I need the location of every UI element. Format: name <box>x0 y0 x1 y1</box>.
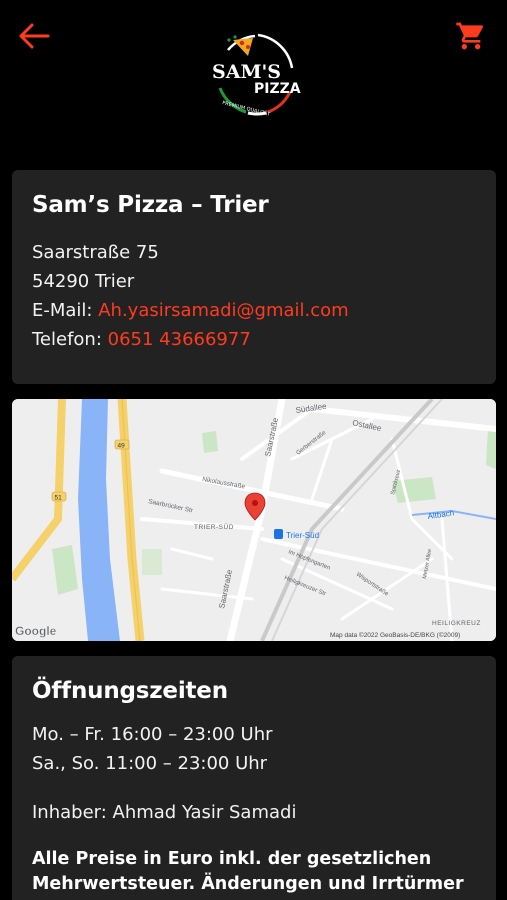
email-label: E-Mail: <box>32 300 99 321</box>
address-street: Saarstraße 75 <box>32 242 159 263</box>
shopping-cart-icon <box>456 22 484 50</box>
back-button[interactable] <box>16 20 52 52</box>
map-label-trier-sued: TRIER-SÜD <box>194 523 234 531</box>
phone-row: Telefon: 0651 43666977 <box>32 325 476 354</box>
email-link[interactable]: Ah.yasirsamadi@gmail.com <box>98 300 348 321</box>
logo-subtitle: PIZZA <box>254 81 301 97</box>
logo-title: SAM'S <box>212 61 281 83</box>
map-attribution: Map data ©2022 GeoBasis-DE/BKG (©2009) <box>330 631 460 639</box>
logo-tagline: PREMIUM QUALITÄT <box>222 99 272 118</box>
phone-link[interactable]: 0651 43666977 <box>108 329 251 350</box>
map-label-heiligkreuz: HEILIGKREUZ <box>432 620 481 627</box>
arrow-left-icon <box>19 23 50 49</box>
map-label-road-49: 49 <box>118 443 126 450</box>
app-header: SAM'S PIZZA PREMIUM QUALITÄT <box>0 0 507 150</box>
google-logo: Google <box>15 624 57 638</box>
phone-label: Telefon: <box>32 329 108 350</box>
address-city: 54290 Trier <box>32 271 135 292</box>
map-label-road-51: 51 <box>55 495 63 502</box>
cart-button[interactable] <box>455 20 487 52</box>
restaurant-name: Sam’s Pizza – Trier <box>32 192 269 218</box>
owner-text: Inhaber: Ahmad Yasir Samadi <box>32 802 297 823</box>
hours-weekend: Sa., So. 11:00 – 23:00 Uhr <box>32 753 268 774</box>
opening-hours-card: Öffnungszeiten Mo. – Fr. 16:00 – 23:00 U… <box>12 656 496 900</box>
restaurant-info-card: Sam’s Pizza – Trier Saarstraße 75 54290 … <box>12 170 496 384</box>
sams-pizza-logo: SAM'S PIZZA PREMIUM QUALITÄT <box>208 28 302 122</box>
map-label-station: Trier-Süd <box>286 531 319 540</box>
train-station-icon <box>274 529 283 539</box>
email-row: E-Mail: Ah.yasirsamadi@gmail.com <box>32 296 476 325</box>
opening-hours-title: Öffnungszeiten <box>32 678 228 704</box>
hours-weekdays: Mo. – Fr. 16:00 – 23:00 Uhr <box>32 724 273 745</box>
location-map[interactable]: Saarstraße Saarstraße Südallee Ostallee … <box>12 399 496 641</box>
price-notice: Alle Preise in Euro inkl. der gesetzlich… <box>32 849 464 894</box>
